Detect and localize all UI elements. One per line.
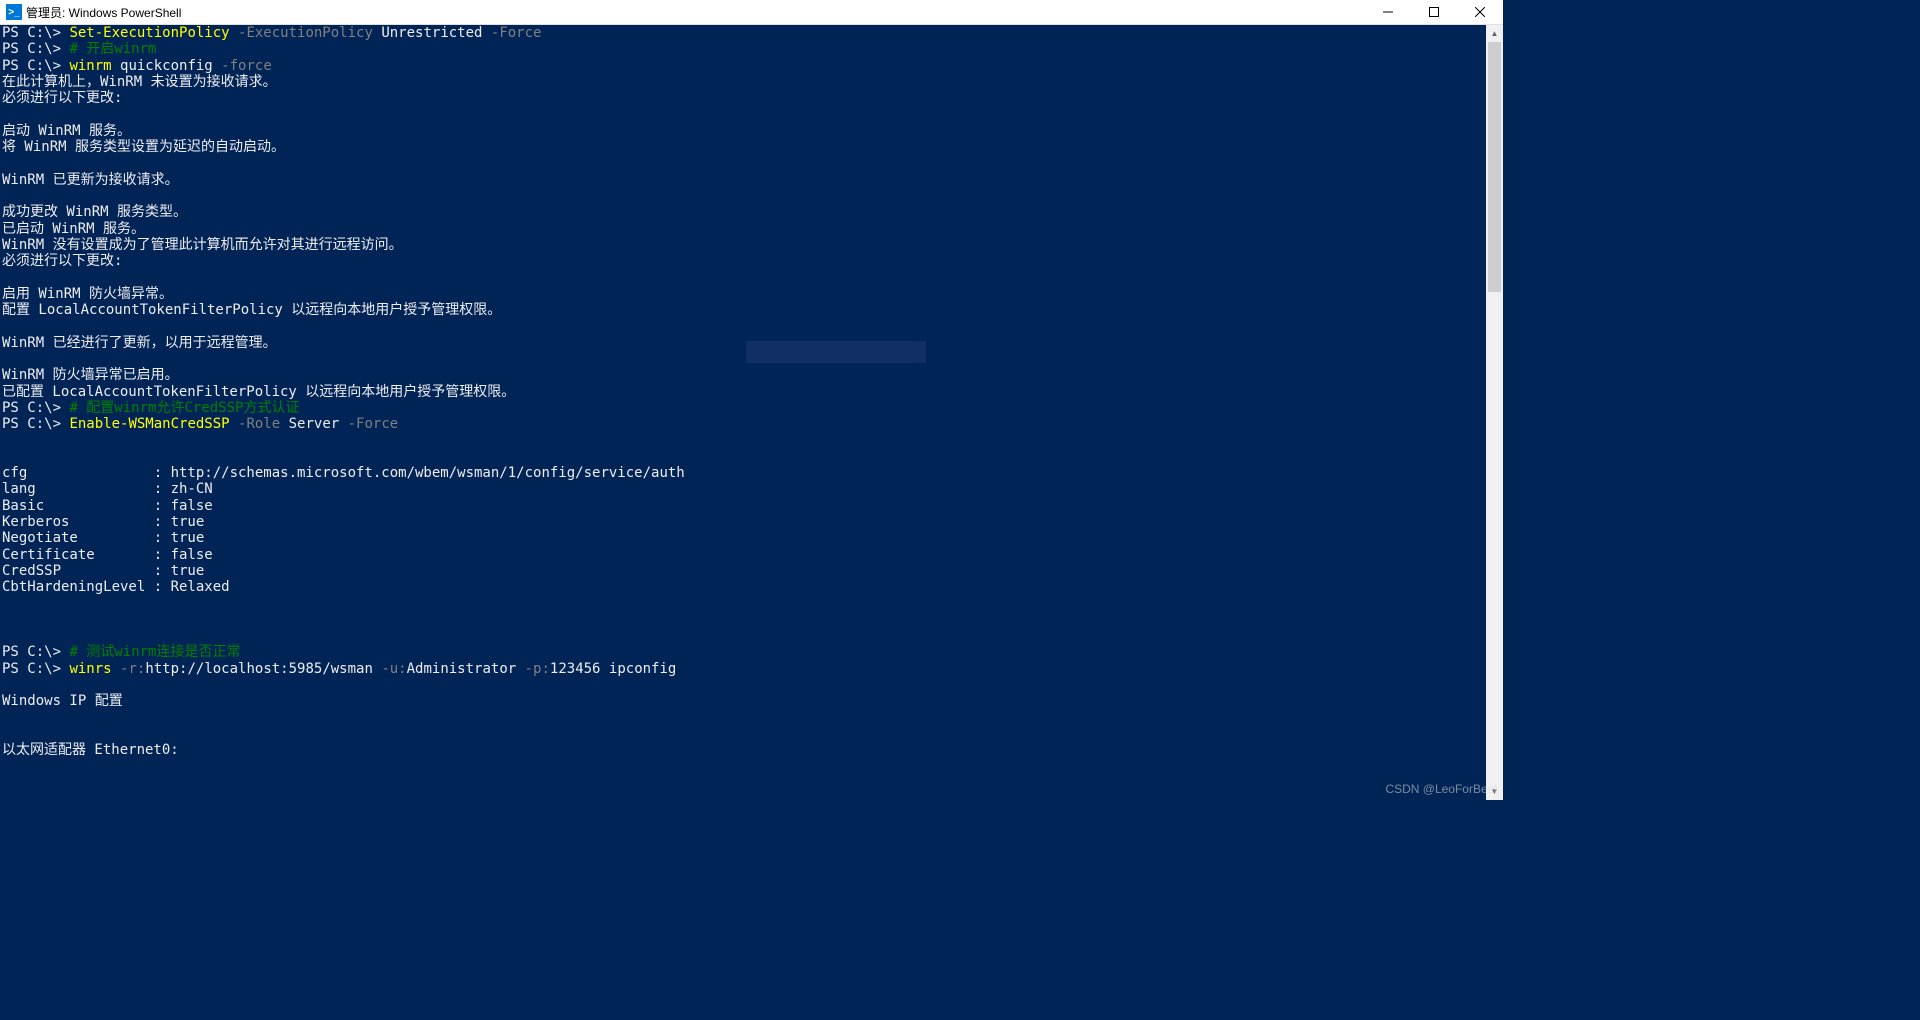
window-controls (1365, 0, 1503, 24)
titlebar[interactable]: >_ 管理员: Windows PowerShell (0, 0, 1503, 25)
powershell-icon: >_ (6, 4, 22, 20)
minimize-button[interactable] (1365, 0, 1411, 24)
scroll-up-icon[interactable]: ▲ (1486, 25, 1503, 42)
terminal-output[interactable]: PS C:\> Set-ExecutionPolicy -ExecutionPo… (0, 25, 1486, 800)
scrollbar[interactable]: ▲ ▼ (1486, 25, 1503, 800)
close-button[interactable] (1457, 0, 1503, 24)
scroll-thumb[interactable] (1488, 42, 1501, 292)
window-title: 管理员: Windows PowerShell (26, 4, 1365, 21)
credit-text: CSDN @LeoForBest (1385, 782, 1497, 796)
maximize-button[interactable] (1411, 0, 1457, 24)
watermark (746, 341, 926, 363)
